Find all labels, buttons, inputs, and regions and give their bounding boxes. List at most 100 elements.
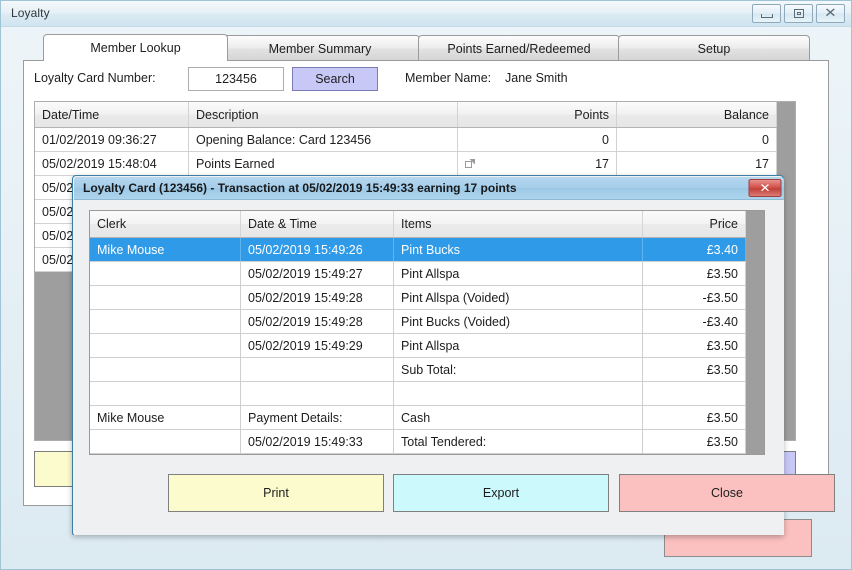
dialog-close-button[interactable]: ✕ bbox=[748, 179, 782, 197]
screen: Loyalty ✕ Member Lookup Member Summary P… bbox=[0, 0, 852, 570]
cell-clerk bbox=[90, 286, 241, 309]
column-header-price[interactable]: Price bbox=[643, 211, 746, 237]
column-header-date-time[interactable]: Date & Time bbox=[241, 211, 394, 237]
tab-strip: Member Lookup Member Summary Points Earn… bbox=[23, 34, 829, 61]
cell-items bbox=[394, 382, 643, 405]
grid-header-row: Date/Time Description Points Balance bbox=[35, 102, 795, 128]
cell-price: £3.40 bbox=[643, 238, 746, 261]
cell-items: Pint Allspa bbox=[394, 334, 643, 357]
cell-clerk: Mike Mouse bbox=[90, 406, 241, 429]
cell-description: Points Earned bbox=[189, 152, 458, 175]
export-button[interactable]: Export bbox=[393, 474, 609, 512]
cell-price: £3.50 bbox=[643, 334, 746, 357]
tab-member-lookup[interactable]: Member Lookup bbox=[43, 34, 228, 61]
cell-datetime: 05/02/2019 15:49:29 bbox=[241, 334, 394, 357]
tab-points-earned-redeemed[interactable]: Points Earned/Redeemed bbox=[418, 35, 620, 61]
cell-datetime: Payment Details: bbox=[241, 406, 394, 429]
cell-clerk: Mike Mouse bbox=[90, 238, 241, 261]
transaction-grid-scrollbar[interactable] bbox=[746, 211, 764, 454]
cell-points: 0 bbox=[458, 128, 617, 151]
cell-datetime bbox=[241, 358, 394, 381]
cell-datetime: 05/02/2019 15:49:33 bbox=[241, 430, 394, 453]
column-header-items[interactable]: Items bbox=[394, 211, 643, 237]
cell-datetime: 05/02/2019 15:49:26 bbox=[241, 238, 394, 261]
table-row[interactable] bbox=[90, 382, 764, 406]
cell-clerk bbox=[90, 382, 241, 405]
member-name-value: Jane Smith bbox=[505, 71, 568, 85]
search-button[interactable]: Search bbox=[292, 67, 378, 91]
table-row[interactable]: Mike Mouse Payment Details: Cash £3.50 bbox=[90, 406, 764, 430]
column-header-balance[interactable]: Balance bbox=[617, 102, 777, 127]
tab-label: Member Summary bbox=[268, 41, 372, 56]
popout-icon[interactable] bbox=[465, 159, 475, 169]
tab-setup[interactable]: Setup bbox=[618, 35, 810, 61]
search-button-label: Search bbox=[315, 72, 355, 86]
cell-datetime: Till: Till1 bbox=[241, 454, 394, 455]
cell-clerk bbox=[90, 262, 241, 285]
cell-items: Pint Bucks (Voided) bbox=[394, 310, 643, 333]
minimize-button[interactable] bbox=[752, 4, 781, 23]
export-button-label: Export bbox=[482, 486, 520, 500]
table-row[interactable]: 05/02/2019 15:49:28 Pint Bucks (Voided) … bbox=[90, 310, 764, 334]
cell-balance: 0 bbox=[617, 128, 777, 151]
table-row[interactable]: Sub Total: £3.50 bbox=[90, 358, 764, 382]
cell-datetime: 05/02/2019 15:49:28 bbox=[241, 286, 394, 309]
dialog-title: Loyalty Card (123456) - Transaction at 0… bbox=[83, 181, 517, 195]
table-row[interactable]: 05/02/2019 15:48:04 Points Earned 17 17 bbox=[35, 152, 795, 176]
cell-price: £3.50 bbox=[643, 358, 746, 381]
cell-description: Opening Balance: Card 123456 bbox=[189, 128, 458, 151]
table-row[interactable]: Mike Mouse 05/02/2019 15:49:26 Pint Buck… bbox=[90, 238, 764, 262]
print-button-label: Print bbox=[263, 486, 289, 500]
cell-price: -£3.40 bbox=[643, 310, 746, 333]
maximize-button[interactable] bbox=[784, 4, 813, 23]
table-row[interactable]: 05/02/2019 15:49:29 Pint Allspa £3.50 bbox=[90, 334, 764, 358]
cell-clerk bbox=[90, 310, 241, 333]
cell-clerk bbox=[90, 358, 241, 381]
close-dialog-button[interactable]: Close bbox=[619, 474, 835, 512]
window-controls: ✕ bbox=[752, 4, 845, 23]
cell-items: Pint Allspa bbox=[394, 262, 643, 285]
transaction-dialog: Loyalty Card (123456) - Transaction at 0… bbox=[72, 175, 835, 535]
dialog-titlebar: Loyalty Card (123456) - Transaction at 0… bbox=[74, 177, 784, 200]
maximize-icon bbox=[793, 9, 804, 18]
cell-datetime: 01/02/2019 09:36:27 bbox=[35, 128, 189, 151]
close-icon: ✕ bbox=[759, 181, 771, 195]
cell-datetime bbox=[241, 382, 394, 405]
cell-clerk bbox=[90, 430, 241, 453]
table-row[interactable]: 01/02/2019 09:36:27 Opening Balance: Car… bbox=[35, 128, 795, 152]
table-row[interactable]: 05/02/2019 15:49:33 Total Tendered: £3.5… bbox=[90, 430, 764, 454]
cell-clerk bbox=[90, 334, 241, 357]
cell-items: Pint Bucks bbox=[394, 238, 643, 261]
member-name-label: Member Name: bbox=[405, 71, 492, 85]
cell-balance: 17 bbox=[617, 152, 777, 175]
close-button-label: Close bbox=[711, 486, 743, 500]
tab-member-summary[interactable]: Member Summary bbox=[220, 35, 420, 61]
cell-datetime: 05/02/2019 15:49:27 bbox=[241, 262, 394, 285]
cell-points: 17 bbox=[458, 152, 617, 175]
loyalty-card-number-input[interactable]: 123456 bbox=[188, 67, 284, 91]
table-row[interactable]: 05/02/2019 15:49:27 Pint Allspa £3.50 bbox=[90, 262, 764, 286]
cell-price: -£3.50 bbox=[643, 286, 746, 309]
table-row[interactable]: Till: Till1 Change: £0.00 bbox=[90, 454, 764, 455]
cell-price: £3.50 bbox=[643, 262, 746, 285]
close-button[interactable]: ✕ bbox=[816, 4, 845, 23]
close-icon: ✕ bbox=[824, 6, 837, 21]
print-button[interactable]: Print bbox=[168, 474, 384, 512]
column-header-points[interactable]: Points bbox=[458, 102, 617, 127]
transaction-header-row: Clerk Date & Time Items Price bbox=[90, 211, 764, 238]
tab-label: Setup bbox=[697, 41, 731, 56]
window-title: Loyalty bbox=[11, 6, 50, 20]
cell-items: Pint Allspa (Voided) bbox=[394, 286, 643, 309]
cell-datetime: 05/02/2019 15:49:28 bbox=[241, 310, 394, 333]
cell-price: £0.00 bbox=[643, 454, 746, 455]
cell-datetime: 05/02/2019 15:48:04 bbox=[35, 152, 189, 175]
cell-items: Cash bbox=[394, 406, 643, 429]
column-header-datetime[interactable]: Date/Time bbox=[35, 102, 189, 127]
column-header-description[interactable]: Description bbox=[189, 102, 458, 127]
cell-items: Total Tendered: bbox=[394, 430, 643, 453]
transaction-items-grid: Clerk Date & Time Items Price Mike Mouse… bbox=[89, 210, 765, 455]
table-row[interactable]: 05/02/2019 15:49:28 Pint Allspa (Voided)… bbox=[90, 286, 764, 310]
cell-clerk bbox=[90, 454, 241, 455]
column-header-clerk[interactable]: Clerk bbox=[90, 211, 241, 237]
dialog-body: Clerk Date & Time Items Price Mike Mouse… bbox=[74, 200, 835, 535]
